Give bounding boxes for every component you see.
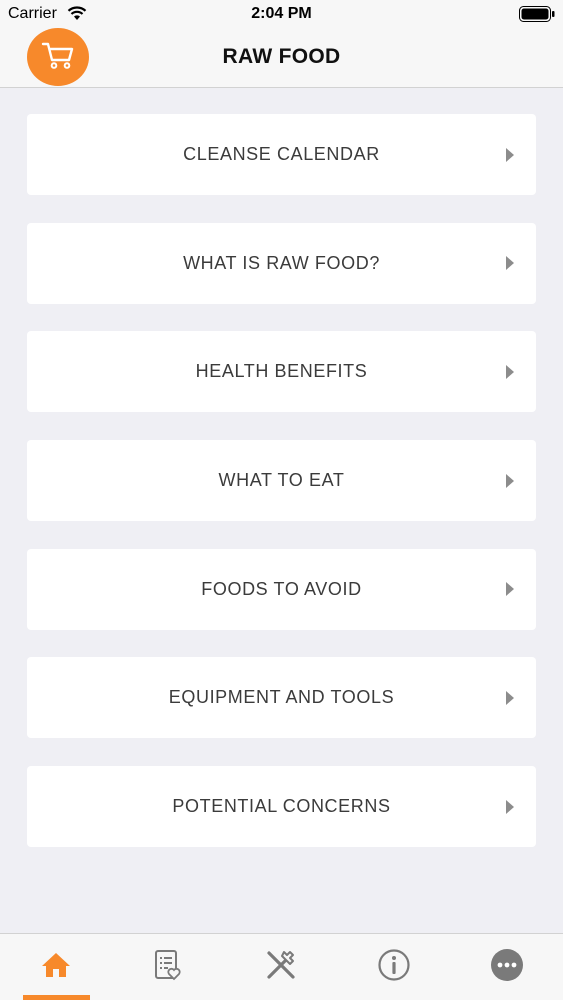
menu-item-health-benefits[interactable]: HEALTH BENEFITS	[27, 331, 536, 413]
chevron-right-icon	[506, 147, 514, 162]
menu-item-label: FOODS TO AVOID	[201, 578, 362, 599]
home-icon	[41, 951, 71, 984]
menu-item-label: WHAT TO EAT	[218, 470, 345, 491]
utensils-icon	[264, 948, 298, 987]
menu-item-label: CLEANSE CALENDAR	[183, 144, 380, 164]
menu-item-equipment-and-tools[interactable]: EQUIPMENT AND TOOLS	[27, 657, 536, 739]
menu-item-foods-to-avoid[interactable]: FOODS TO AVOID	[27, 548, 536, 630]
nav-bar: RAW FOOD	[0, 28, 563, 88]
menu-item-cleanse-calendar[interactable]: CLEANSE CALENDAR	[27, 114, 536, 195]
tab-info[interactable]	[338, 934, 450, 1000]
tab-home[interactable]	[0, 934, 112, 1000]
chevron-right-icon	[506, 690, 514, 705]
status-bar: Carrier 2:04 PM	[0, 0, 563, 28]
chevron-right-icon	[506, 364, 514, 379]
menu-item-what-is-raw-food[interactable]: WHAT IS RAW FOOD?	[27, 222, 536, 304]
tab-more[interactable]	[451, 934, 563, 1000]
recipe-list-icon	[153, 949, 183, 986]
chevron-right-icon	[506, 256, 514, 271]
menu-item-label: HEALTH BENEFITS	[195, 361, 368, 382]
page-title: RAW FOOD	[222, 45, 341, 68]
status-time: 2:04 PM	[251, 5, 312, 22]
info-icon	[377, 948, 411, 987]
menu-item-label: EQUIPMENT AND TOOLS	[168, 687, 395, 708]
chevron-right-icon	[506, 582, 514, 597]
tab-recipes[interactable]	[112, 934, 224, 1000]
chevron-right-icon	[506, 473, 514, 488]
tab-meals[interactable]	[225, 934, 337, 1000]
menu-item-label: WHAT IS RAW FOOD?	[183, 252, 380, 273]
menu-item-potential-concerns[interactable]: POTENTIAL CONCERNS	[27, 766, 536, 848]
menu-item-label: POTENTIAL CONCERNS	[172, 796, 391, 817]
battery-icon	[519, 6, 555, 22]
more-icon	[490, 948, 524, 987]
menu-item-what-to-eat[interactable]: WHAT TO EAT	[27, 440, 536, 522]
tab-bar	[0, 933, 563, 1000]
menu-list: CLEANSE CALENDAR WHAT IS RAW FOOD? HEALT…	[27, 114, 536, 875]
chevron-right-icon	[506, 799, 514, 814]
active-tab-indicator	[23, 995, 90, 1000]
